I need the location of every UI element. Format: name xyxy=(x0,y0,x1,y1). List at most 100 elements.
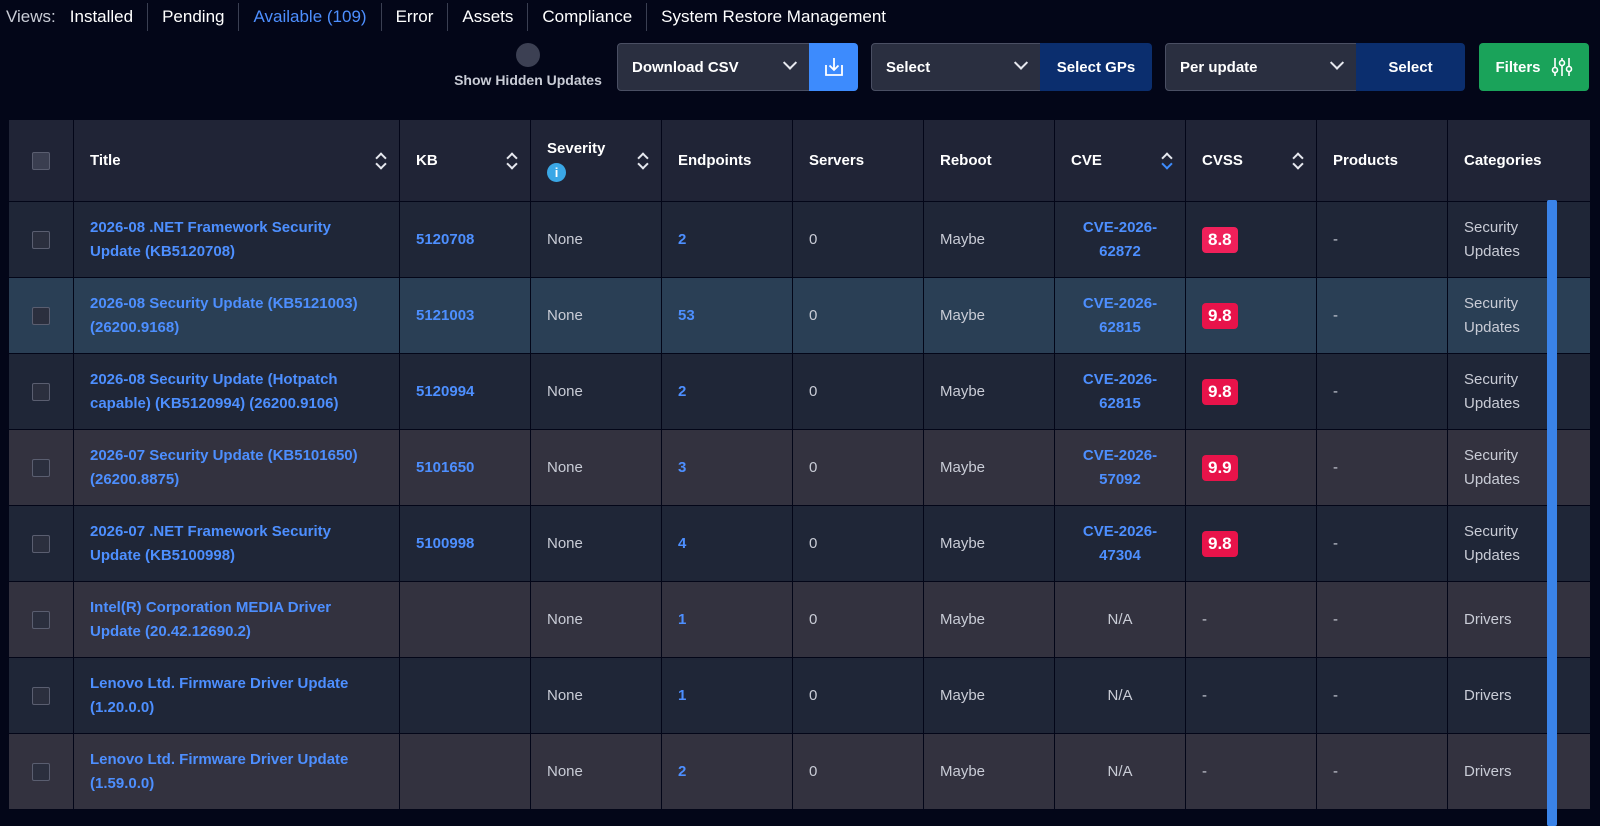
column-severity[interactable]: Severity i xyxy=(530,119,662,202)
reboot-cell: Maybe xyxy=(923,201,1055,278)
cvss-badge: 9.8 xyxy=(1202,530,1238,557)
toggle-knob[interactable] xyxy=(516,43,540,67)
cve-cell[interactable]: CVE-2026-62815 xyxy=(1054,353,1186,430)
endpoints-link[interactable]: 3 xyxy=(661,429,793,506)
select-all-checkbox[interactable] xyxy=(32,151,50,170)
group-select-dropdown[interactable]: Select xyxy=(871,43,1041,91)
table-row[interactable]: 2026-08 Security Update (Hotpatch capabl… xyxy=(8,353,1590,430)
row-checkbox[interactable] xyxy=(32,534,50,553)
endpoints-link[interactable]: 1 xyxy=(661,581,793,658)
kb-link[interactable] xyxy=(399,733,531,810)
row-checkbox[interactable] xyxy=(32,610,50,629)
table-row[interactable]: Lenovo Ltd. Firmware Driver Update (1.59… xyxy=(8,733,1590,810)
row-checkbox[interactable] xyxy=(32,230,50,249)
cve-cell[interactable]: CVE-2026-62872 xyxy=(1054,201,1186,278)
tab-installed[interactable]: Installed xyxy=(68,3,147,31)
endpoints-link[interactable]: 4 xyxy=(661,505,793,582)
download-csv-dropdown[interactable]: Download CSV xyxy=(617,43,810,91)
table-row[interactable]: 2026-08 Security Update (KB5121003) (262… xyxy=(8,277,1590,354)
cve-cell: N/A xyxy=(1054,733,1186,810)
column-cve[interactable]: CVE xyxy=(1054,119,1186,202)
select-gps-button[interactable]: Select GPs xyxy=(1040,43,1152,91)
table-scrollbar[interactable] xyxy=(1547,200,1557,826)
per-update-dropdown[interactable]: Per update xyxy=(1165,43,1357,91)
show-hidden-updates-toggle[interactable]: Show Hidden Updates xyxy=(448,43,608,91)
column-kb[interactable]: KB xyxy=(399,119,531,202)
column-servers: Servers xyxy=(792,119,924,202)
endpoints-link[interactable]: 53 xyxy=(661,277,793,354)
update-title-link[interactable]: 2026-07 .NET Framework Security Update (… xyxy=(73,505,400,582)
endpoints-link[interactable]: 2 xyxy=(661,733,793,810)
tab-system-restore-management[interactable]: System Restore Management xyxy=(646,3,900,31)
cvss-cell: 9.8 xyxy=(1185,353,1317,430)
products-cell: - xyxy=(1316,657,1448,734)
tab-available[interactable]: Available (109) xyxy=(238,3,380,31)
tab-compliance[interactable]: Compliance xyxy=(527,3,646,31)
cve-cell[interactable]: CVE-2026-57092 xyxy=(1054,429,1186,506)
kb-link[interactable]: 5121003 xyxy=(399,277,531,354)
reboot-cell: Maybe xyxy=(923,429,1055,506)
update-title-link[interactable]: Lenovo Ltd. Firmware Driver Update (1.20… xyxy=(73,657,400,734)
sort-icon[interactable] xyxy=(1292,152,1302,170)
views-bar: Views: Installed Pending Available (109)… xyxy=(0,0,900,34)
servers-cell: 0 xyxy=(792,733,924,810)
servers-cell: 0 xyxy=(792,505,924,582)
row-select-cell xyxy=(8,733,74,810)
column-cvss[interactable]: CVSS xyxy=(1185,119,1317,202)
table-row[interactable]: Lenovo Ltd. Firmware Driver Update (1.20… xyxy=(8,657,1590,734)
sort-icon[interactable] xyxy=(506,152,516,170)
kb-link[interactable]: 5120994 xyxy=(399,353,531,430)
kb-link[interactable] xyxy=(399,657,531,734)
row-select-cell xyxy=(8,201,74,278)
row-select-cell xyxy=(8,657,74,734)
sort-desc-icon[interactable] xyxy=(1161,152,1171,170)
column-kb-label: KB xyxy=(416,152,438,169)
reboot-cell: Maybe xyxy=(923,505,1055,582)
servers-cell: 0 xyxy=(792,581,924,658)
row-checkbox[interactable] xyxy=(32,306,50,325)
tab-pending[interactable]: Pending xyxy=(147,3,238,31)
cvss-badge: 8.8 xyxy=(1202,226,1238,253)
cve-cell[interactable]: CVE-2026-47304 xyxy=(1054,505,1186,582)
cvss-cell: - xyxy=(1185,733,1317,810)
tab-assets[interactable]: Assets xyxy=(447,3,527,31)
endpoints-link[interactable]: 1 xyxy=(661,657,793,734)
row-checkbox[interactable] xyxy=(32,762,50,781)
kb-link[interactable] xyxy=(399,581,531,658)
filters-button[interactable]: Filters xyxy=(1479,43,1589,91)
select-all-cell xyxy=(8,119,74,202)
sort-icon[interactable] xyxy=(637,152,647,170)
table-row[interactable]: 2026-07 .NET Framework Security Update (… xyxy=(8,505,1590,582)
row-checkbox[interactable] xyxy=(32,382,50,401)
per-update-value: Per update xyxy=(1180,58,1258,76)
table-row[interactable]: 2026-07 Security Update (KB5101650) (262… xyxy=(8,429,1590,506)
kb-link[interactable]: 5120708 xyxy=(399,201,531,278)
column-title[interactable]: Title xyxy=(73,119,400,202)
categories-cell: Security Updates xyxy=(1447,429,1590,506)
sort-icon[interactable] xyxy=(375,152,385,170)
update-title-link[interactable]: 2026-08 Security Update (KB5121003) (262… xyxy=(73,277,400,354)
select-button[interactable]: Select xyxy=(1356,43,1465,91)
update-title-link[interactable]: 2026-08 Security Update (Hotpatch capabl… xyxy=(73,353,400,430)
severity-cell: None xyxy=(530,353,662,430)
download-icon xyxy=(824,58,843,76)
row-checkbox[interactable] xyxy=(32,458,50,477)
kb-link[interactable]: 5101650 xyxy=(399,429,531,506)
tab-error[interactable]: Error xyxy=(380,3,448,31)
severity-cell: None xyxy=(530,201,662,278)
table-row[interactable]: Intel(R) Corporation MEDIA Driver Update… xyxy=(8,581,1590,658)
endpoints-link[interactable]: 2 xyxy=(661,201,793,278)
kb-link[interactable]: 5100998 xyxy=(399,505,531,582)
row-checkbox[interactable] xyxy=(32,686,50,705)
update-title-link[interactable]: 2026-08 .NET Framework Security Update (… xyxy=(73,201,400,278)
endpoints-link[interactable]: 2 xyxy=(661,353,793,430)
categories-cell: Security Updates xyxy=(1447,505,1590,582)
filters-label: Filters xyxy=(1495,58,1541,76)
update-title-link[interactable]: Intel(R) Corporation MEDIA Driver Update… xyxy=(73,581,400,658)
table-row[interactable]: 2026-08 .NET Framework Security Update (… xyxy=(8,201,1590,278)
cve-cell[interactable]: CVE-2026-62815 xyxy=(1054,277,1186,354)
info-icon[interactable]: i xyxy=(547,162,566,182)
update-title-link[interactable]: 2026-07 Security Update (KB5101650) (262… xyxy=(73,429,400,506)
update-title-link[interactable]: Lenovo Ltd. Firmware Driver Update (1.59… xyxy=(73,733,400,810)
download-button[interactable] xyxy=(809,43,858,91)
